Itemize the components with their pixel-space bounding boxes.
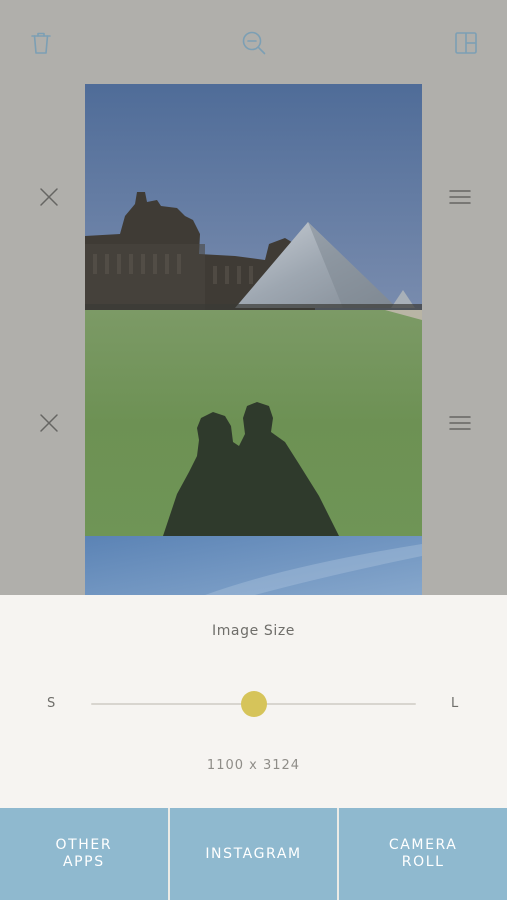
drag-handle-icon — [449, 416, 471, 430]
layout-icon[interactable] — [451, 28, 481, 58]
close-icon — [40, 188, 58, 206]
size-min-label: S — [47, 696, 56, 711]
image-dimensions: 1100 x 3124 — [206, 758, 301, 773]
size-max-label: L — [451, 696, 459, 711]
panel-title: Image Size — [211, 623, 296, 639]
photo-canvas — [85, 84, 422, 595]
image-size-panel: Image Size S L 1100 x 3124 — [0, 595, 507, 808]
share-bar: OTHER APPS INSTAGRAM CAMERA ROLL — [0, 808, 507, 900]
remove-photo-2-button[interactable] — [34, 408, 64, 438]
instagram-button[interactable]: INSTAGRAM — [169, 808, 340, 900]
photo-louvre[interactable] — [85, 84, 422, 536]
zoom-out-icon[interactable] — [238, 27, 270, 59]
remove-photo-1-button[interactable] — [34, 182, 64, 212]
reorder-photo-1-handle[interactable] — [445, 182, 475, 212]
size-slider-thumb[interactable] — [240, 691, 267, 717]
top-toolbar — [0, 0, 507, 84]
drag-handle-icon — [449, 190, 471, 204]
close-icon — [40, 414, 58, 432]
camera-roll-button[interactable]: CAMERA ROLL — [339, 808, 507, 900]
other-apps-button[interactable]: OTHER APPS — [0, 808, 170, 900]
photo-sky[interactable] — [85, 536, 422, 595]
trash-icon[interactable] — [26, 28, 56, 58]
reorder-photo-2-handle[interactable] — [445, 408, 475, 438]
